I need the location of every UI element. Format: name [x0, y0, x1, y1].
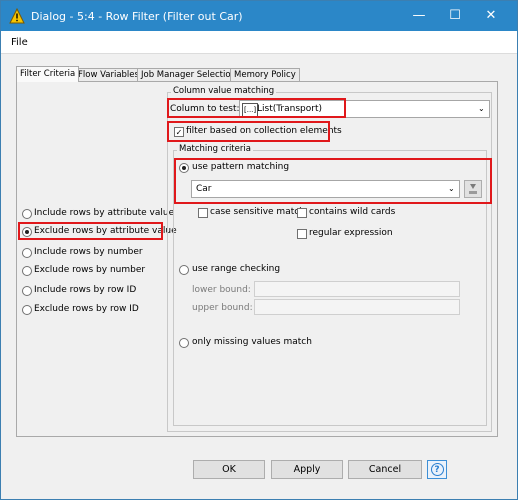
regex-label[interactable]: regular expression [309, 228, 393, 238]
ok-button[interactable]: OK [193, 460, 265, 479]
help-icon: ? [430, 463, 444, 476]
mode-label-include-rowid[interactable]: Include rows by row ID [34, 285, 136, 295]
window-title: Dialog - 5:4 - Row Filter (Filter out Ca… [31, 10, 243, 23]
regex-checkbox[interactable] [297, 229, 307, 239]
menu-file[interactable]: File [11, 37, 28, 48]
tab-memory-policy[interactable]: Memory Policy [230, 68, 300, 82]
tab-flow-variables[interactable]: Flow Variables [74, 68, 143, 82]
chevron-down-icon: ⌄ [478, 104, 485, 113]
lower-bound-input[interactable] [254, 281, 460, 297]
highlight-column-to-test [167, 98, 346, 118]
mode-radio-include-rowid[interactable] [22, 286, 32, 296]
maximize-button[interactable]: ☐ [437, 1, 473, 31]
missing-values-radio[interactable] [179, 338, 189, 348]
mode-radio-exclude-rowid[interactable] [22, 305, 32, 315]
matching-criteria-title: Matching criteria [177, 144, 253, 154]
menu-bar: File [1, 31, 517, 54]
cancel-button[interactable]: Cancel [348, 460, 422, 479]
minimize-button[interactable]: — [401, 1, 437, 31]
highlight-filter-collection [167, 121, 330, 142]
tab-filter-criteria[interactable]: Filter Criteria [16, 66, 80, 82]
case-sensitive-label[interactable]: case sensitive match [210, 207, 305, 217]
upper-bound-label: upper bound: [192, 303, 253, 313]
tab-job-manager-selection[interactable]: Job Manager Selection [137, 68, 240, 82]
highlight-exclude-attr [18, 222, 163, 240]
mode-radio-exclude-number[interactable] [22, 266, 32, 276]
range-checking-radio[interactable] [179, 265, 189, 275]
missing-values-label[interactable]: only missing values match [192, 337, 312, 347]
filter-criteria-panel: Include rows by attribute value Exclude … [16, 81, 498, 437]
mode-radio-include-attr[interactable] [22, 209, 32, 219]
upper-bound-input[interactable] [254, 299, 460, 315]
close-button[interactable]: ✕ [473, 1, 509, 31]
mode-label-include-attr[interactable]: Include rows by attribute value [34, 208, 174, 218]
highlight-pattern-matching [174, 158, 492, 204]
apply-button[interactable]: Apply [271, 460, 343, 479]
lower-bound-label: lower bound: [192, 285, 251, 295]
wild-cards-label[interactable]: contains wild cards [309, 207, 395, 217]
mode-label-exclude-number[interactable]: Exclude rows by number [34, 265, 145, 275]
case-sensitive-checkbox[interactable] [198, 208, 208, 218]
mode-radio-include-number[interactable] [22, 248, 32, 258]
dialog-window: Dialog - 5:4 - Row Filter (Filter out Ca… [0, 0, 518, 500]
warning-triangle-icon [9, 8, 25, 24]
mode-label-include-number[interactable]: Include rows by number [34, 247, 143, 257]
range-checking-label[interactable]: use range checking [192, 264, 280, 274]
column-value-matching-title: Column value matching [171, 86, 277, 96]
title-bar[interactable]: Dialog - 5:4 - Row Filter (Filter out Ca… [1, 1, 517, 31]
wild-cards-checkbox[interactable] [297, 208, 307, 218]
help-button[interactable]: ? [427, 460, 447, 479]
mode-label-exclude-rowid[interactable]: Exclude rows by row ID [34, 304, 139, 314]
